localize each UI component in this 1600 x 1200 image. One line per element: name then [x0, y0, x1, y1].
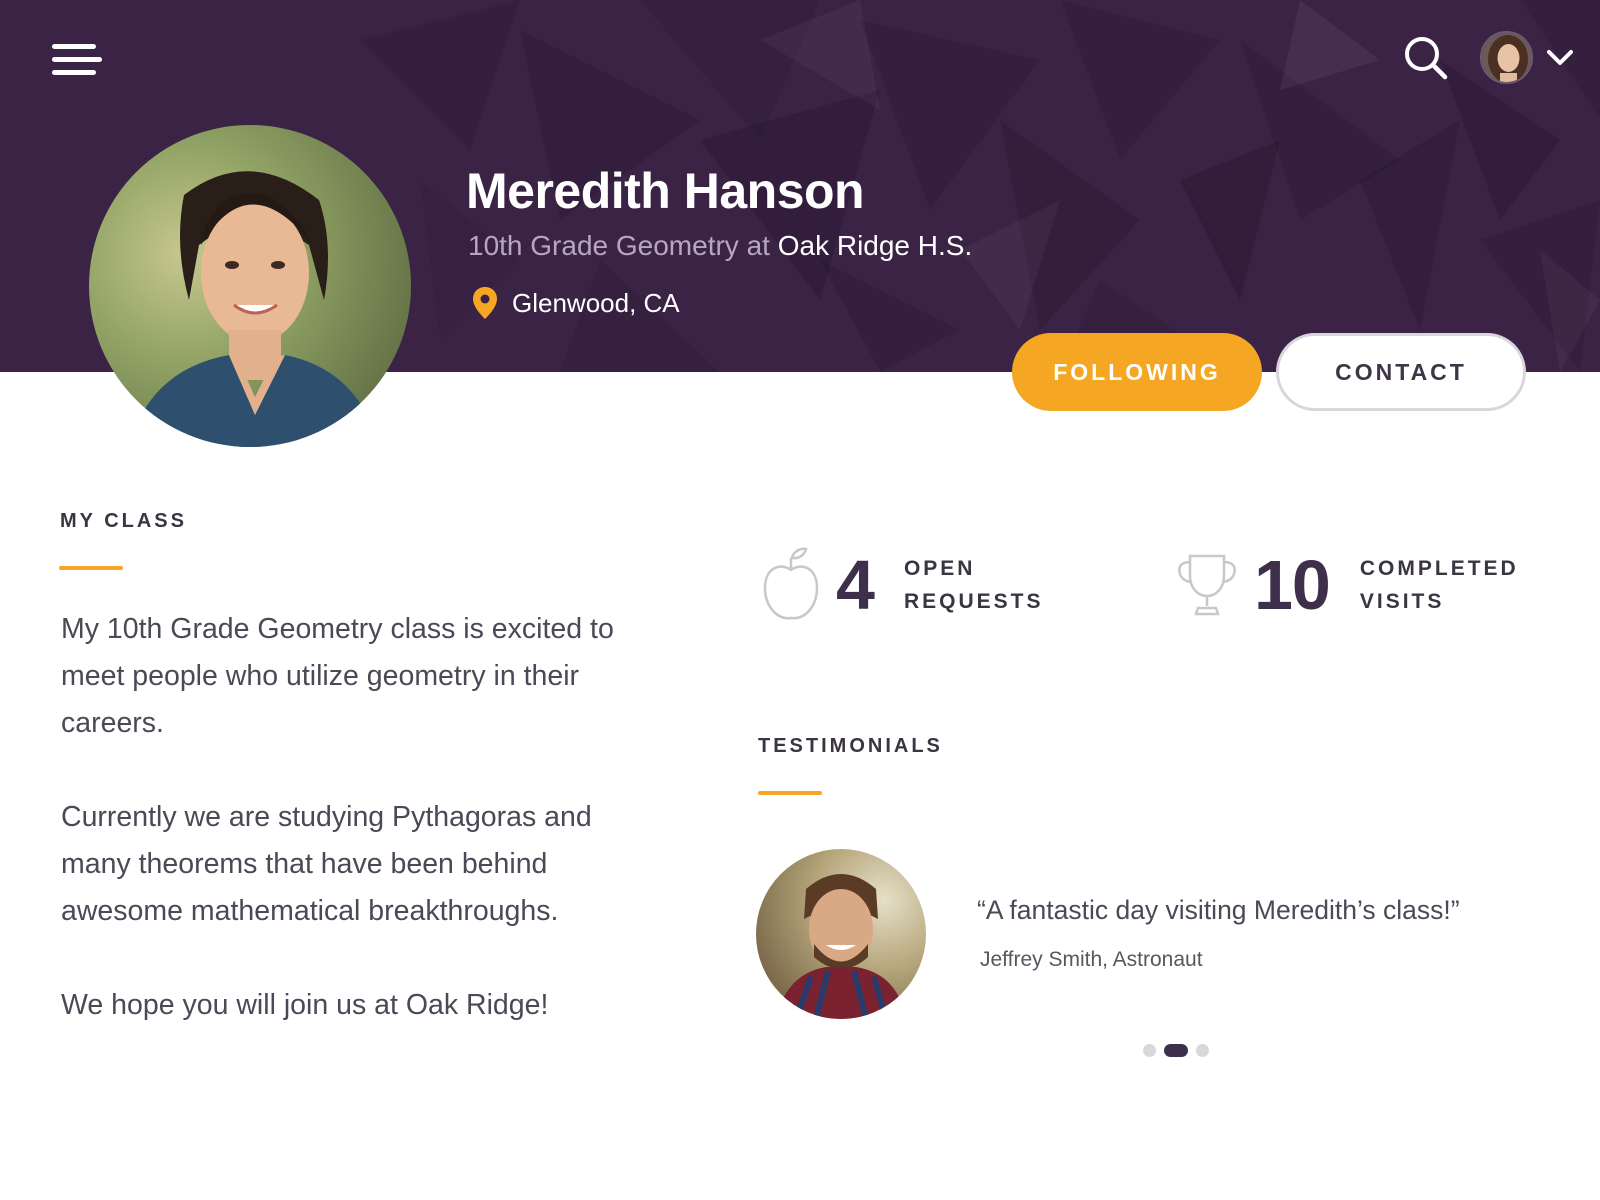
class-paragraph: We hope you will join us at Oak Ridge!: [61, 989, 549, 1021]
stat-label-line: VISITS: [1359, 590, 1445, 613]
menu-icon[interactable]: [52, 44, 102, 82]
completed-visits-count: 10: [1254, 546, 1331, 624]
open-requests-label: OPEN REQUESTS: [904, 552, 1074, 618]
stat-open-requests: 4 OPEN REQUESTS: [762, 540, 1074, 630]
my-class-heading: MY CLASS: [60, 510, 187, 532]
map-pin-icon: [473, 287, 497, 319]
my-class-accent-rule: [59, 566, 123, 570]
testimonials-accent-rule: [758, 791, 822, 795]
completed-visits-label: COMPLETED VISITS: [1360, 552, 1530, 618]
profile-name: Meredith Hanson: [466, 163, 865, 219]
location-text: Glenwood, CA: [512, 287, 680, 318]
profile-role: 10th Grade Geometry at: [468, 230, 770, 261]
chevron-down-icon[interactable]: [1545, 46, 1575, 70]
contact-button[interactable]: CONTACT: [1276, 333, 1526, 411]
stat-label-line: COMPLETED: [1359, 557, 1519, 580]
stat-label-line: REQUESTS: [903, 590, 1044, 613]
carousel-dot[interactable]: [1196, 1044, 1209, 1057]
stat-completed-visits: 10 COMPLETED VISITS: [1176, 540, 1530, 630]
profile-location: Glenwood, CA: [472, 285, 680, 321]
open-requests-count: 4: [836, 546, 875, 624]
carousel-dot-active[interactable]: [1164, 1044, 1188, 1057]
user-avatar[interactable]: [1480, 31, 1533, 84]
trophy-icon: [1178, 554, 1236, 616]
class-paragraph: My 10th Grade Geometry class is excited …: [61, 613, 614, 739]
testimonials-heading: TESTIMONIALS: [758, 735, 943, 757]
search-icon[interactable]: [1402, 34, 1450, 82]
my-class-description: My 10th Grade Geometry class is excited …: [61, 606, 641, 1029]
profile-subtitle: 10th Grade Geometry at Oak Ridge H.S.: [468, 230, 972, 262]
profile-photo: [89, 125, 411, 447]
class-paragraph: Currently we are studying Pythagoras and…: [61, 801, 592, 927]
apple-icon: [763, 547, 819, 620]
profile-school-link[interactable]: Oak Ridge H.S.: [778, 230, 973, 261]
carousel-dot[interactable]: [1143, 1044, 1156, 1057]
testimonial-quote: “A fantastic day visiting Meredith’s cla…: [977, 895, 1460, 925]
following-button[interactable]: FOLLOWING: [1012, 333, 1262, 411]
stat-label-line: OPEN: [903, 557, 976, 580]
testimonial-carousel-dots: [1143, 1044, 1217, 1057]
testimonial-author: Jeffrey Smith, Astronaut: [980, 948, 1203, 971]
testimonial-author-photo: [756, 849, 926, 1019]
